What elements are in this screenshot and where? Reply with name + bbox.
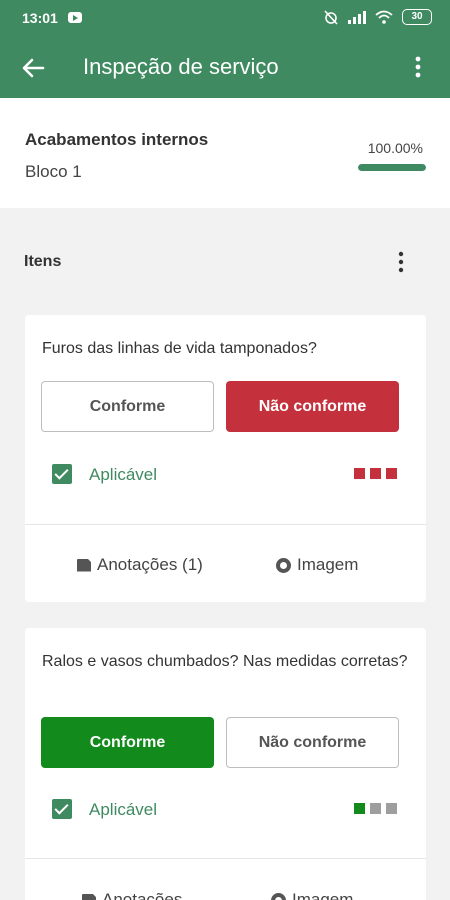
aplicavel-label: Aplicável (89, 800, 158, 819)
note-icon (77, 558, 91, 572)
camera-icon (271, 892, 286, 900)
camera-icon (276, 557, 291, 573)
image-button[interactable]: Imagem (271, 890, 353, 900)
status-time: 13:01 (22, 10, 58, 26)
indicator-square (386, 468, 397, 479)
indicator-square (386, 803, 397, 814)
image-label: Imagem (292, 890, 354, 900)
back-arrow-icon[interactable] (20, 55, 46, 81)
progress-bar (358, 164, 426, 171)
more-options-icon[interactable] (405, 54, 431, 80)
aplicavel-label: Aplicável (89, 465, 158, 484)
divider (25, 524, 426, 525)
conforme-button[interactable]: Conforme (41, 381, 214, 432)
section-more-icon[interactable] (390, 248, 412, 276)
nao-conforme-button[interactable]: Não conforme (226, 717, 399, 768)
image-button[interactable]: Imagem (276, 555, 358, 575)
progress-label: 100.00% (367, 140, 423, 156)
indicator-square (370, 803, 381, 814)
service-subtitle: Bloco 1 (25, 162, 82, 181)
status-icons: 30 (323, 9, 432, 25)
nao-conforme-button[interactable]: Não conforme (226, 381, 399, 432)
indicator-square (354, 468, 365, 479)
indicator-square (370, 468, 381, 479)
wifi-icon (375, 10, 393, 24)
inspection-item-card: Ralos e vasos chumbados? Nas medidas cor… (25, 628, 426, 900)
annotations-label: Anotações (102, 890, 183, 900)
conforme-button[interactable]: Conforme (41, 717, 214, 768)
app-bar: Inspeção de serviço (0, 36, 450, 98)
annotations-label: Anotações (1) (97, 555, 203, 574)
indicator-square (354, 803, 365, 814)
service-title: Acabamentos internos (25, 130, 209, 149)
aplicavel-checkbox[interactable] (52, 799, 72, 819)
page-title: Inspeção de serviço (83, 54, 279, 79)
battery-icon: 30 (402, 9, 432, 25)
service-header-card: Acabamentos internos Bloco 1 100.00% (0, 98, 450, 208)
alarm-off-icon (324, 10, 338, 25)
item-question: Ralos e vasos chumbados? Nas medidas cor… (42, 653, 408, 670)
status-bar: 13:01 30 (0, 0, 450, 36)
signal-icon (348, 11, 366, 24)
annotations-button[interactable]: Anotações (82, 890, 182, 900)
youtube-notification-icon (68, 12, 82, 23)
status-indicators (354, 803, 397, 814)
status-indicators (354, 468, 397, 479)
image-label: Imagem (297, 555, 359, 574)
note-icon (82, 893, 96, 900)
annotations-button[interactable]: Anotações (1) (77, 555, 203, 575)
progress-fill (358, 164, 426, 171)
inspection-item-card: Furos das linhas de vida tamponados? Con… (25, 315, 426, 602)
aplicavel-checkbox[interactable] (52, 464, 72, 484)
item-question: Furos das linhas de vida tamponados? (42, 340, 317, 357)
divider (25, 858, 426, 859)
section-label: Itens (24, 253, 62, 270)
